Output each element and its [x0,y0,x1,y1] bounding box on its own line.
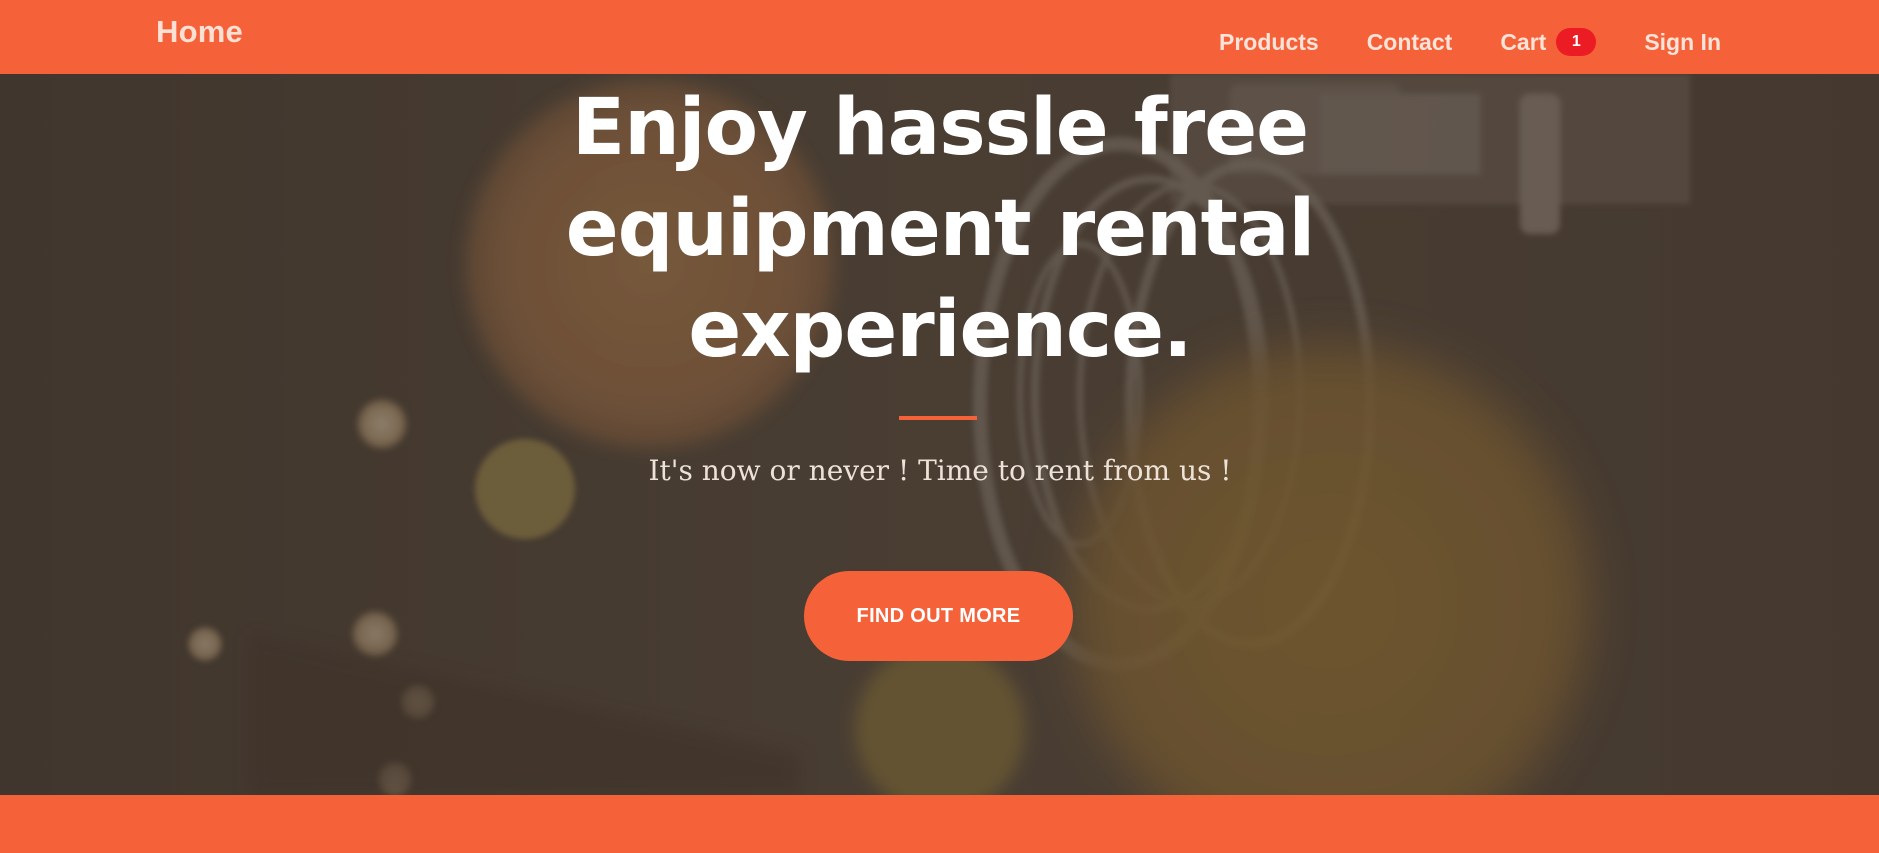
nav-cart-link[interactable]: Cart 1 [1500,28,1597,56]
nav-products-label: Products [1219,28,1319,55]
find-out-more-button[interactable]: FIND OUT MORE [804,571,1073,661]
section-band [0,795,1879,853]
hero-content: Enjoy hassle free equipment rental exper… [0,74,1879,795]
nav-signin-link[interactable]: Sign In [1644,29,1721,56]
nav-contact-label: Contact [1366,28,1453,55]
nav-signin-label: Sign In [1644,28,1721,55]
nav-contact-link[interactable]: Contact [1367,29,1453,56]
hero-section: Enjoy hassle free equipment rental exper… [0,74,1879,795]
nav-links: Products Contact Cart 1 Sign In [1219,28,1721,56]
nav-cart-label: Cart [1500,28,1547,55]
hero-subtitle: It's now or never ! Time to rent from us… [648,454,1232,487]
navbar: Home Products Contact Cart 1 Sign In [0,0,1879,74]
brand-home-link[interactable]: Home [156,14,243,50]
hero-divider [899,416,977,420]
nav-products-link[interactable]: Products [1219,29,1319,56]
cart-count-badge: 1 [1556,28,1597,56]
page: Home Products Contact Cart 1 Sign In Enj… [0,0,1879,853]
hero-title: Enjoy hassle free equipment rental exper… [565,83,1316,375]
